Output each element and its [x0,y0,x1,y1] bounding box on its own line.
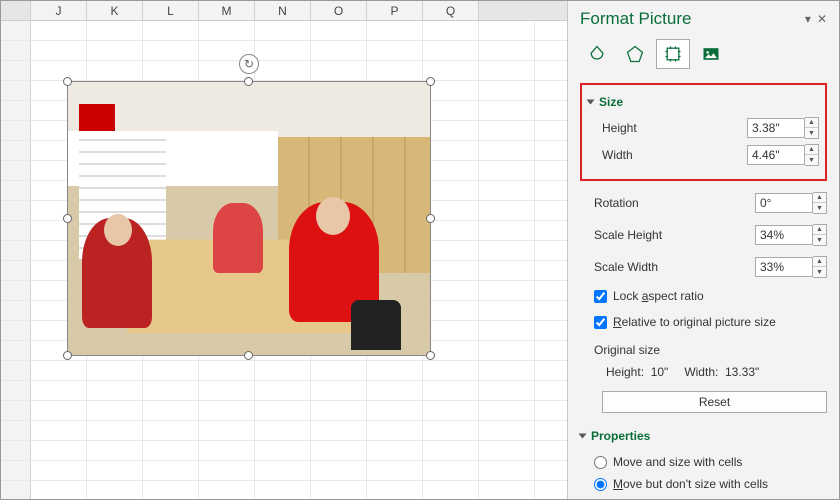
scale-height-input[interactable]: ▲▼ [755,224,827,246]
resize-handle[interactable] [63,351,72,360]
move-size-option[interactable]: Move and size with cells [594,455,827,469]
col-header[interactable]: N [255,1,311,20]
col-header[interactable]: M [199,1,255,20]
height-field[interactable] [747,118,805,138]
corner-cell[interactable] [1,1,31,20]
spin-down-icon[interactable]: ▼ [813,235,826,245]
move-nosize-radio[interactable] [594,478,607,491]
spin-up-icon[interactable]: ▲ [805,118,818,128]
spin-up-icon[interactable]: ▲ [805,145,818,155]
resize-handle[interactable] [244,77,253,86]
spin-up-icon[interactable]: ▲ [813,257,826,267]
spin-down-icon[interactable]: ▼ [813,267,826,277]
properties-section-title: Properties [591,429,650,443]
move-size-radio[interactable] [594,456,607,469]
scale-width-field[interactable] [755,257,813,277]
move-size-label: Move and size with cells [613,455,742,469]
width-label: Width [602,148,633,162]
relative-size-label: Relative to original picture size [613,315,776,329]
app-root: J K L M N O P Q ↻ [0,0,840,500]
spin-down-icon[interactable]: ▼ [813,203,826,213]
rotation-input[interactable]: ▲▼ [755,192,827,214]
scale-height-field[interactable] [755,225,813,245]
spin-down-icon[interactable]: ▼ [805,128,818,138]
lock-aspect-checkbox[interactable]: Lock aspect ratio [594,289,827,303]
scale-width-label: Scale Width [594,260,658,274]
size-section-title: Size [599,95,623,109]
spin-up-icon[interactable]: ▲ [813,193,826,203]
move-nosize-option[interactable]: Move but don't size with cells [594,477,827,491]
move-nosize-label: Move but don't size with cells [613,477,768,491]
resize-handle[interactable] [426,351,435,360]
pane-title: Format Picture [580,9,691,29]
pane-tabs [580,39,827,69]
spin-down-icon[interactable]: ▼ [805,155,818,165]
rotation-label: Rotation [594,196,639,210]
tab-fill-icon[interactable] [580,39,614,69]
col-header[interactable]: P [367,1,423,20]
scale-width-input[interactable]: ▲▼ [755,256,827,278]
resize-handle[interactable] [426,77,435,86]
tab-picture-icon[interactable] [694,39,728,69]
size-highlight-box: Size Height ▲▼ Width ▲▼ [580,83,827,181]
col-header[interactable]: O [311,1,367,20]
width-input[interactable]: ▲▼ [747,144,819,166]
size-section-header[interactable]: Size [588,95,819,109]
selected-picture[interactable]: ↻ [67,81,431,356]
original-size-label: Original size [594,343,827,357]
column-headers: J K L M N O P Q [1,1,567,21]
reset-button[interactable]: Reset [602,391,827,413]
grid[interactable]: ↻ [1,21,567,499]
lock-aspect-label: Lock aspect ratio [613,289,704,303]
scale-height-label: Scale Height [594,228,662,242]
resize-handle[interactable] [63,77,72,86]
spreadsheet-area[interactable]: J K L M N O P Q ↻ [1,1,567,499]
format-picture-pane: Format Picture ▾ ✕ Size Height ▲▼ [567,1,839,499]
rotation-field[interactable] [755,193,813,213]
properties-section-header[interactable]: Properties [580,429,827,443]
tab-size-icon[interactable] [656,39,690,69]
height-input[interactable]: ▲▼ [747,117,819,139]
picture-content [68,82,430,355]
relative-size-input[interactable] [594,316,607,329]
close-icon[interactable]: ✕ [817,12,827,26]
original-size-values: Height: 10" Width: 13.33" [606,365,827,379]
lock-aspect-input[interactable] [594,290,607,303]
resize-handle[interactable] [63,214,72,223]
col-header[interactable]: Q [423,1,479,20]
col-header[interactable]: L [143,1,199,20]
rotate-handle[interactable]: ↻ [239,54,259,74]
collapse-icon [587,100,595,105]
resize-handle[interactable] [244,351,253,360]
col-header[interactable]: K [87,1,143,20]
collapse-icon [579,434,587,439]
height-label: Height [602,121,637,135]
tab-effects-icon[interactable] [618,39,652,69]
relative-size-checkbox[interactable]: Relative to original picture size [594,315,827,329]
spin-up-icon[interactable]: ▲ [813,225,826,235]
width-field[interactable] [747,145,805,165]
resize-handle[interactable] [426,214,435,223]
pane-menu-icon[interactable]: ▾ [805,12,811,26]
col-header[interactable]: J [31,1,87,20]
